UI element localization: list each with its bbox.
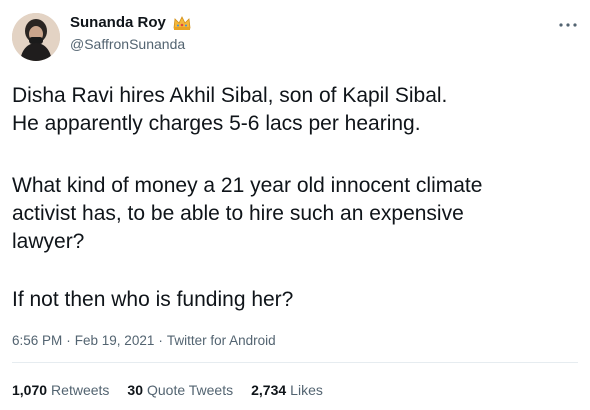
- tweet-date[interactable]: Feb 19, 2021: [75, 333, 155, 348]
- tweet-time[interactable]: 6:56 PM: [12, 333, 62, 348]
- retweets-label: Retweets: [51, 382, 110, 398]
- likes-count: 2,734: [251, 382, 287, 398]
- display-name[interactable]: Sunanda Roy: [70, 14, 166, 31]
- retweets-count: 1,070: [12, 382, 48, 398]
- more-dots-icon[interactable]: [556, 18, 580, 30]
- tweet-paragraph-3: If not then who is funding her?: [12, 288, 294, 311]
- tweet-stats: 1,070 Retweets 30 Quote Tweets 2,734 Lik…: [12, 382, 323, 398]
- tweet-body: Disha Ravi hires Akhil Sibal, son of Kap…: [12, 82, 578, 314]
- tweet-source[interactable]: Twitter for Android: [167, 333, 276, 348]
- tweet-card: Sunanda Roy @SaffronSunanda Disha Ravi h…: [0, 0, 590, 410]
- retweets-stat[interactable]: 1,070 Retweets: [12, 382, 109, 398]
- profile-photo-icon: [12, 13, 60, 61]
- meta-separator: ·: [66, 333, 71, 348]
- meta-separator: ·: [158, 333, 163, 348]
- tweet-paragraph-2: What kind of money a 21 year old innocen…: [12, 174, 483, 253]
- likes-label: Likes: [290, 382, 323, 398]
- quote-tweets-label: Quote Tweets: [146, 382, 234, 398]
- likes-stat[interactable]: 2,734 Likes: [251, 382, 323, 398]
- tweet-paragraph-1: Disha Ravi hires Akhil Sibal, son of Kap…: [12, 84, 448, 135]
- crown-emoji-icon: [172, 15, 192, 31]
- avatar[interactable]: [12, 13, 60, 61]
- quote-tweets-count: 30: [127, 382, 143, 398]
- divider: [12, 362, 578, 363]
- author-name-row: Sunanda Roy: [70, 14, 192, 31]
- user-handle[interactable]: @SaffronSunanda: [70, 36, 185, 52]
- tweet-meta: 6:56 PM · Feb 19, 2021 · Twitter for And…: [12, 333, 276, 348]
- quote-tweets-stat[interactable]: 30 Quote Tweets: [127, 382, 233, 398]
